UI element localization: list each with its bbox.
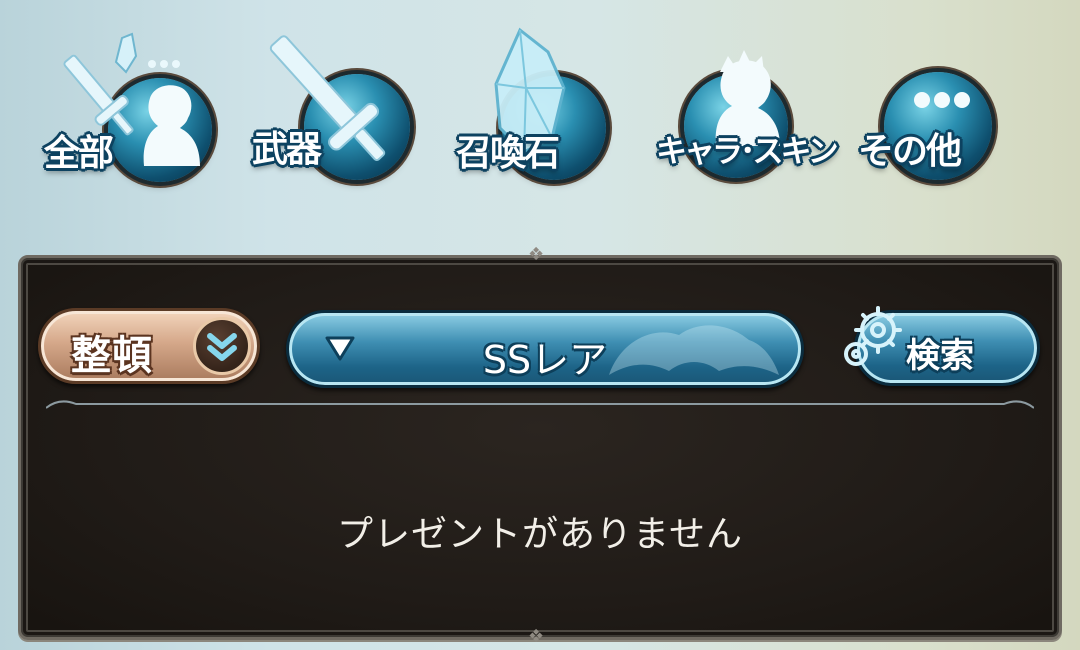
empty-list-message: プレゼントがありません (337, 514, 743, 555)
top-ornament-icon: ❖ (528, 244, 545, 265)
gear-icon (844, 306, 902, 366)
tab-character-label: キャラ･スキン (656, 134, 839, 170)
tab-weapon[interactable]: 武器 (244, 28, 424, 188)
tab-other-label: その他 (858, 131, 962, 172)
tab-character[interactable]: キャラ･スキン (656, 28, 839, 188)
search-button-label: 検索 (906, 336, 974, 376)
tab-all-label: 全部 (44, 133, 114, 174)
tab-summon-label: 召喚石 (456, 133, 560, 174)
tab-other[interactable]: その他 (854, 28, 1034, 188)
tab-summon[interactable]: 召喚石 (452, 27, 632, 188)
search-button[interactable]: 検索 (840, 306, 1040, 386)
sort-button-label: 整頓 (71, 333, 153, 379)
toolbar-divider (46, 400, 1034, 409)
rarity-filter-dropdown[interactable]: SSレア (286, 310, 804, 388)
tab-all[interactable]: 全部 (40, 28, 220, 188)
tab-weapon-label: 武器 (252, 129, 322, 170)
double-chevron-down-icon (193, 317, 251, 375)
bottom-ornament-icon: ❖ (528, 626, 545, 647)
filter-selected-value: SSレア (482, 338, 608, 382)
sort-button[interactable]: 整頓 (38, 308, 260, 384)
